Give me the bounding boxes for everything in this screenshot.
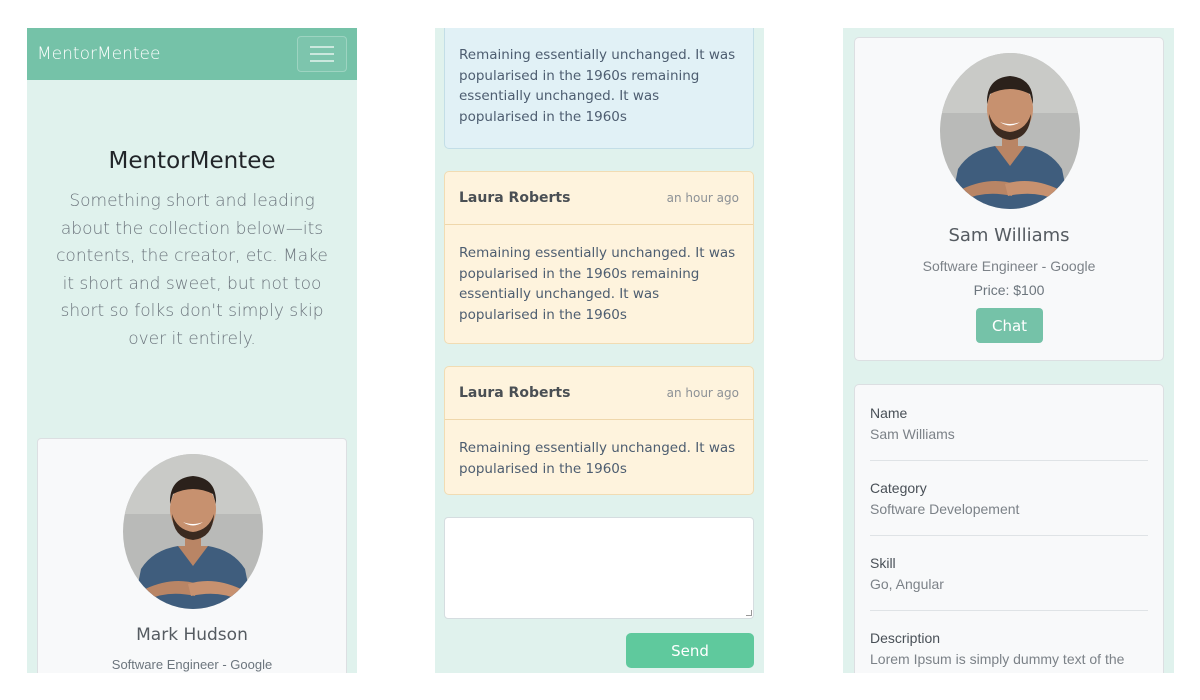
message-card: Remaining essentially unchanged. It was … [444,28,754,149]
resize-grip-icon[interactable] [746,610,752,616]
detail-row: Skill Go, Angular [870,536,1148,611]
message-header: Laura Roberts an hour ago [445,172,753,225]
mentor-card[interactable]: Mark Hudson Software Engineer - Google [37,438,347,673]
detail-value: Sam Williams [870,426,955,442]
detail-label: Name [870,405,908,421]
chat-screen: Remaining essentially unchanged. It was … [435,28,764,673]
message-card: Laura Roberts an hour ago Remaining esse… [444,366,754,495]
message-textarea[interactable] [444,517,754,619]
detail-value: Go, Angular [870,576,944,592]
detail-row: Name Sam Williams [870,385,1148,461]
detail-value: Lorem Ipsum is simply dummy text of the [870,651,1125,667]
profile-title: Software Engineer - Google [922,258,1096,274]
message-body: Remaining essentially unchanged. It was … [459,47,736,125]
profile-name: Sam Williams [948,225,1070,246]
detail-label: Skill [870,555,896,571]
hero-title: MentorMentee [108,148,276,174]
mentor-title: Software Engineer - Google [111,657,273,672]
avatar [940,53,1080,209]
message-body: Remaining essentially unchanged. It was … [459,245,736,323]
detail-row: Description Lorem Ipsum is simply dummy … [870,611,1148,673]
detail-label: Category [870,480,927,496]
send-button[interactable]: Send [626,633,754,668]
profile-screen: Sam Williams Software Engineer - Google … [843,28,1174,673]
mentor-name: Mark Hudson [136,625,248,645]
profile-price: Price: $100 [973,282,1045,298]
message-card: Laura Roberts an hour ago Remaining esse… [444,171,754,344]
message-author: Laura Roberts [459,385,571,401]
message-body: Remaining essentially unchanged. It was … [459,440,736,477]
message-header: Laura Roberts an hour ago [445,367,753,420]
message-timestamp: an hour ago [666,191,739,205]
home-screen: MentorMentee MentorMentee Something shor… [27,28,357,673]
navbar: MentorMentee [27,28,357,80]
detail-value: Software Developement [870,501,1020,517]
detail-row: Category Software Developement [870,461,1148,536]
profile-card: Sam Williams Software Engineer - Google … [854,37,1164,361]
hero-description: Something short and leading about the co… [56,191,328,349]
avatar [123,454,263,609]
message-author: Laura Roberts [459,190,571,206]
message-timestamp: an hour ago [666,386,739,400]
chat-button[interactable]: Chat [976,308,1043,343]
detail-label: Description [870,630,941,646]
hamburger-icon [310,46,334,48]
profile-details: Name Sam Williams Category Software Deve… [854,384,1164,673]
navbar-brand[interactable]: MentorMentee [37,44,160,64]
menu-toggle-button[interactable] [297,36,347,72]
